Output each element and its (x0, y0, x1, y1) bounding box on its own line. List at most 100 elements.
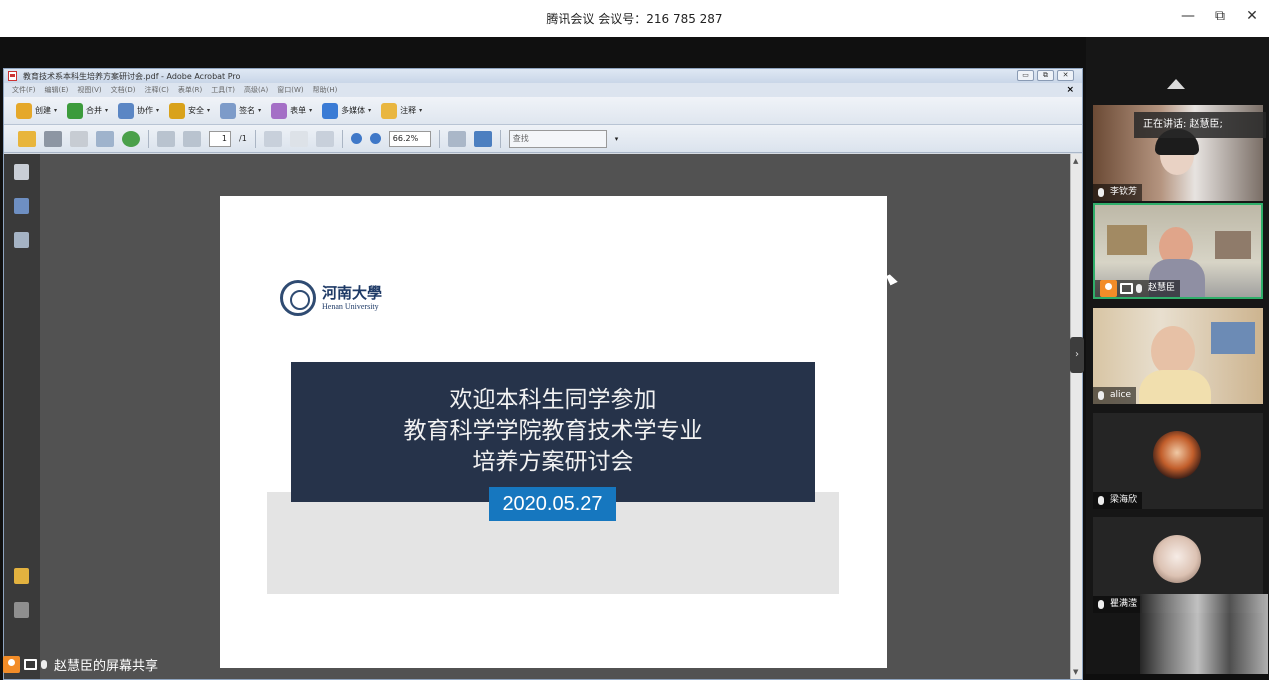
collapse-panel-button[interactable]: › (1070, 337, 1084, 373)
menu-document[interactable]: 文档(D) (111, 85, 136, 95)
comment-icon (381, 102, 398, 119)
menu-file[interactable]: 文件(F) (12, 85, 36, 95)
participant-tile-active-speaker[interactable]: 赵慧臣 (1093, 203, 1263, 299)
select-text-icon[interactable] (263, 130, 282, 147)
signatures-panel-icon[interactable] (14, 232, 29, 248)
acrobat-tasks-toolbar: 创建 ▾ 合并 ▾ 协作 ▾ 安全 ▾ 签名 ▾ 表单 ▾ 多媒体 ▾ 注释 ▾ (4, 97, 1082, 125)
fit-width-icon[interactable] (447, 130, 466, 147)
scroll-up-icon[interactable]: ▲ (1073, 157, 1078, 165)
create-button[interactable]: 创建 ▾ (16, 102, 57, 119)
university-name-cn: 河南大學 (322, 284, 383, 302)
university-logo: 河南大學 Henan University (280, 280, 382, 316)
comments-panel-icon[interactable] (14, 568, 29, 584)
find-dropdown-icon[interactable]: ▾ (615, 135, 619, 143)
menu-view[interactable]: 视图(V) (77, 85, 101, 95)
menu-tools[interactable]: 工具(T) (211, 85, 235, 95)
zoom-level-select[interactable]: 66.2% (388, 130, 431, 147)
acrobat-minimize-button[interactable]: ▭ (1017, 70, 1034, 81)
sign-button[interactable]: 签名 ▾ (220, 102, 261, 119)
collaborate-button[interactable]: 协作 ▾ (118, 102, 159, 119)
university-seal-icon (280, 280, 316, 316)
find-input[interactable]: 查找 (508, 129, 607, 148)
pages-panel-icon[interactable] (14, 164, 29, 180)
bookmarks-panel-icon[interactable] (14, 198, 29, 214)
slide: 河南大學 Henan University 欢迎本科生同学参加 教育科学学院教育… (267, 272, 839, 594)
participant-name: alice (1110, 390, 1132, 400)
create-pdf-icon (16, 102, 32, 119)
combine-label: 合并 (86, 106, 103, 115)
collaborate-icon (118, 102, 135, 119)
slide-title-line-3: 培养方案研讨会 (472, 449, 634, 475)
combine-button[interactable]: 合并 ▾ (67, 102, 108, 119)
comment-button[interactable]: 注释 ▾ (381, 102, 422, 119)
participant-name: 瞿满滢 (1110, 599, 1138, 609)
page-total: /1 (239, 134, 247, 143)
acrobat-close-button[interactable]: ✕ (1057, 70, 1074, 81)
previous-page-icon[interactable] (157, 130, 175, 147)
page-number-input[interactable]: 1 (209, 130, 231, 147)
globe-icon[interactable] (122, 130, 140, 147)
zoom-out-icon[interactable] (350, 133, 362, 144)
participant-name: 李钦芳 (1110, 187, 1138, 197)
meeting-title: 腾讯会议 会议号：216 785 287 (546, 12, 723, 26)
document-close-icon[interactable]: × (1066, 85, 1074, 95)
menu-window[interactable]: 窗口(W) (277, 85, 303, 95)
hand-tool-icon[interactable] (289, 130, 308, 147)
host-badge-icon (3, 655, 20, 673)
fit-page-icon[interactable] (473, 130, 492, 147)
document-area: 河南大學 Henan University 欢迎本科生同学参加 教育科学学院教育… (4, 154, 1082, 679)
host-badge-icon (1100, 280, 1117, 297)
shared-screen-acrobat[interactable]: 教育技术系本科生培养方案研讨会.pdf - Adobe Acrobat Pro … (3, 68, 1083, 680)
secure-button[interactable]: 安全 ▾ (169, 102, 210, 119)
toolbar-divider (438, 129, 440, 148)
microphone-muted-icon (1098, 496, 1104, 505)
restore-button[interactable]: ⧉ (1213, 8, 1227, 24)
menu-advanced[interactable]: 高级(A) (244, 85, 268, 95)
forms-label: 表单 (290, 106, 307, 115)
window-controls: — ⧉ ✕ (1181, 8, 1259, 24)
microphone-icon (1136, 284, 1142, 293)
meeting-titlebar: 腾讯会议 会议号：216 785 287 — ⧉ ✕ (0, 0, 1269, 37)
scroll-up-arrow-icon[interactable] (1167, 79, 1185, 89)
menu-edit[interactable]: 编辑(E) (45, 85, 69, 95)
screen-share-icon (1120, 283, 1133, 294)
acrobat-menubar: 文件(F) 编辑(E) 视图(V) 文档(D) 注释(C) 表单(R) 工具(T… (4, 83, 1082, 97)
save-icon[interactable] (70, 130, 88, 147)
scroll-down-icon[interactable]: ▼ (1073, 668, 1078, 676)
email-icon[interactable] (96, 130, 114, 147)
print-icon[interactable] (44, 130, 62, 147)
minimize-button[interactable]: — (1181, 8, 1195, 24)
multimedia-button[interactable]: 多媒体 ▾ (322, 102, 371, 119)
pen-icon (220, 102, 237, 119)
acrobat-titlebar: 教育技术系本科生培养方案研讨会.pdf - Adobe Acrobat Pro … (4, 69, 1082, 83)
next-page-icon[interactable] (183, 130, 201, 147)
toolbar-divider (254, 129, 256, 148)
combine-icon (67, 102, 84, 119)
participant-tile[interactable]: 梁海欣 (1093, 413, 1263, 509)
participant-panel: 李钦芳 正在讲话: 赵慧臣; 赵慧臣 alice 梁海欣 瞿满滢 (1086, 37, 1269, 674)
microphone-icon (1098, 188, 1104, 197)
form-icon (271, 102, 288, 119)
vertical-scrollbar[interactable]: ▲ ▼ (1070, 154, 1082, 679)
slide-title-line-1: 欢迎本科生同学参加 (449, 387, 657, 413)
participant-avatar (1153, 431, 1201, 479)
marquee-zoom-icon[interactable] (315, 130, 334, 147)
acrobat-restore-button[interactable]: ⧉ (1037, 70, 1054, 81)
zoom-in-icon[interactable] (369, 133, 381, 144)
comment-label: 注释 (400, 106, 417, 115)
attachments-paperclip-icon[interactable] (14, 602, 29, 618)
university-name-en: Henan University (322, 302, 379, 311)
open-folder-icon[interactable] (18, 130, 36, 147)
menu-help[interactable]: 帮助(H) (313, 85, 338, 95)
participant-tile[interactable]: alice (1093, 308, 1263, 404)
close-button[interactable]: ✕ (1245, 8, 1259, 24)
collaborate-label: 协作 (137, 106, 154, 115)
acrobat-title: 教育技术系本科生培养方案研讨会.pdf - Adobe Acrobat Pro (23, 71, 241, 81)
forms-button[interactable]: 表单 ▾ (271, 102, 312, 119)
toolbar-divider (341, 129, 343, 148)
menu-comments[interactable]: 注释(C) (145, 85, 169, 95)
menu-forms[interactable]: 表单(R) (178, 85, 202, 95)
meeting-stage: 教育技术系本科生培养方案研讨会.pdf - Adobe Acrobat Pro … (0, 37, 1269, 680)
speaking-indicator: 正在讲话: 赵慧臣; (1134, 112, 1266, 138)
lock-icon (169, 102, 186, 119)
